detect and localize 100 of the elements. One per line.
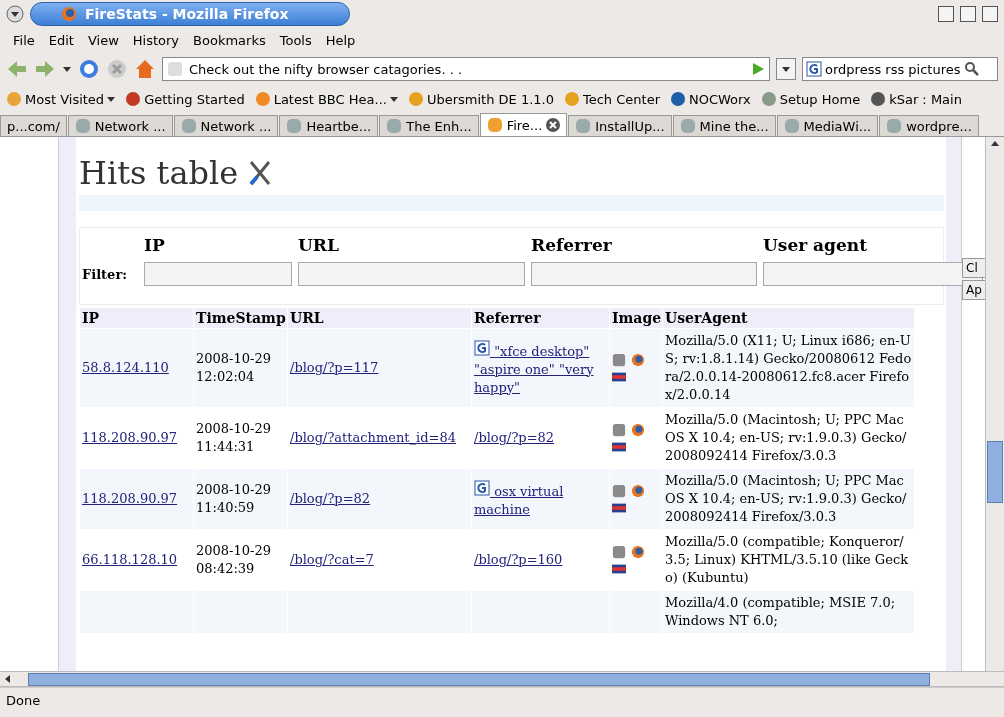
bookmark-icon: [760, 91, 777, 107]
search-engine-icon: [806, 61, 822, 77]
browser-icon: [631, 483, 645, 498]
browser-tab[interactable]: MediaWi...: [776, 115, 879, 136]
menu-item[interactable]: View: [80, 32, 126, 48]
filter-column-heading: Referrer: [531, 234, 613, 257]
bookmark-icon: [125, 91, 142, 107]
column-header[interactable]: IP: [80, 308, 193, 328]
horizontal-scrollbar-thumb[interactable]: [28, 672, 930, 686]
user-agent: Mozilla/5.0 (X11; U; Linux i686; en-US; rv:1.8.1.14) Gecko/20080612 Fedora/2.0.0.14-20080612.fc8.acer Firefox/2.0.0.14: [665, 332, 912, 404]
window-menu-icon[interactable]: [6, 5, 24, 23]
referrer-link[interactable]: /blog/?p=160: [474, 551, 563, 569]
tab-icon: [783, 118, 800, 134]
column-header[interactable]: URL: [288, 308, 471, 328]
browser-tab[interactable]: The Enh...: [379, 115, 479, 136]
browser-tab[interactable]: Network ...: [173, 115, 279, 136]
window-title: FireStats - Mozilla Firefox: [30, 2, 350, 26]
bookmark-icon: [670, 91, 686, 107]
address-field[interactable]: Check out the nifty browser catagories. . .: [162, 57, 770, 81]
user-agent: Mozilla/5.0 (Macintosh; U; PPC Mac OS X 10.4; en-US; rv:1.9.0.3) Gecko/2008092414 Firefox/3.0.3: [665, 411, 908, 465]
stop-icon[interactable]: [106, 58, 128, 80]
history-dropdown-icon[interactable]: [62, 64, 72, 74]
menu-item[interactable]: History: [125, 32, 187, 48]
menu-item[interactable]: File: [6, 32, 42, 48]
filter-button[interactable]: Cl: [962, 258, 985, 278]
page-icon: [167, 61, 183, 77]
menu-item[interactable]: Edit: [41, 32, 81, 48]
filter-button[interactable]: Ap: [962, 280, 985, 300]
browser-tab[interactable]: Network ...: [67, 115, 173, 136]
tab-icon: [74, 118, 91, 134]
tab-icon: [886, 118, 903, 134]
browser-tab[interactable]: p...com/: [0, 115, 67, 136]
column-header[interactable]: Referrer: [472, 308, 609, 328]
scrollbar-thumb[interactable]: [987, 441, 1003, 503]
column-header[interactable]: UserAgent: [663, 308, 914, 328]
reload-icon[interactable]: [78, 58, 100, 80]
os-icon: [612, 352, 626, 367]
tab-icon: [180, 118, 197, 134]
bookmark-icon: [563, 91, 580, 107]
bookmark-item[interactable]: Getting Started: [125, 91, 245, 107]
timestamp: 2008-10-29 12:02:04: [196, 351, 271, 384]
column-header[interactable]: TimeStamp: [194, 308, 287, 328]
menu-item[interactable]: Help: [318, 32, 363, 48]
tab-icon: [486, 117, 503, 133]
filter-field[interactable]: [144, 262, 292, 286]
bookmark-item[interactable]: NOCWorx: [670, 91, 751, 107]
browser-icon: [631, 544, 645, 559]
browser-tab[interactable]: InstallUp...: [568, 115, 672, 136]
home-icon[interactable]: [134, 58, 156, 80]
bookmark-item[interactable]: Most Visited: [6, 91, 116, 107]
url-link[interactable]: /blog/?cat=7: [290, 552, 374, 567]
ip-link[interactable]: 58.8.124.110: [82, 360, 169, 375]
ip-link[interactable]: 118.208.90.97: [82, 430, 178, 445]
browser-icon: [631, 352, 645, 367]
os-icon: [612, 422, 626, 437]
filter-field[interactable]: [298, 262, 525, 286]
ip-link[interactable]: 66.118.128.10: [82, 552, 178, 567]
close-tab-icon[interactable]: [546, 118, 561, 132]
search-field[interactable]: ordpress rss pictures: [802, 57, 998, 81]
user-agent: Mozilla/5.0 (compatible; Konqueror/3.5; Linux) KHTML/3.5.10 (like Gecko) (Kubuntu): [665, 533, 910, 587]
bookmark-item[interactable]: kSar : Main: [870, 91, 962, 107]
browser-tab[interactable]: wordpre...: [879, 115, 979, 136]
bookmark-icon: [407, 91, 424, 107]
os-icon: [612, 544, 626, 559]
url-link[interactable]: /blog/?p=82: [290, 491, 371, 506]
browser-tab[interactable]: Fire...: [479, 113, 568, 136]
maximize-button[interactable]: [960, 6, 976, 22]
filter-column-heading: IP: [144, 234, 166, 257]
search-icon: [963, 61, 980, 77]
bookmark-item[interactable]: Setup Home: [760, 91, 861, 107]
caret-icon: [107, 95, 116, 103]
tab-icon: [679, 118, 696, 134]
bookmark-item[interactable]: Ubersmith DE 1.1.0: [407, 91, 554, 107]
filter-column-heading: User agent: [763, 234, 869, 257]
caret-icon: [389, 95, 398, 103]
filter-field[interactable]: [531, 262, 757, 286]
bookmark-item[interactable]: Latest BBC Hea...: [254, 91, 398, 107]
bookmark-item[interactable]: Tech Center: [563, 91, 660, 107]
page-heading: Hits table: [79, 154, 239, 192]
status-text: Done: [6, 692, 41, 708]
menu-item[interactable]: Tools: [272, 32, 319, 48]
filter-label: Filter:: [82, 266, 129, 282]
browser-tab[interactable]: Heartbe...: [279, 115, 379, 136]
browser-icon: [631, 422, 645, 437]
dropdown-icon[interactable]: [776, 58, 796, 80]
menu-item[interactable]: Bookmarks: [186, 32, 273, 48]
go-icon[interactable]: [751, 62, 765, 76]
url-link[interactable]: /blog/?p=117: [290, 360, 379, 375]
timestamp: 2008-10-29 08:42:39: [196, 543, 271, 576]
filter-field[interactable]: [763, 262, 983, 286]
minimize-button[interactable]: [938, 6, 954, 22]
url-link[interactable]: /blog/?attachment_id=84: [290, 430, 456, 445]
timestamp: 2008-10-29 11:44:31: [196, 421, 271, 454]
close-button[interactable]: [982, 6, 998, 22]
tab-icon: [386, 118, 403, 134]
tab-icon: [286, 118, 303, 134]
column-header[interactable]: Image: [610, 308, 662, 328]
bookmark-icon: [254, 91, 271, 107]
referrer-link[interactable]: /blog/?p=82: [474, 429, 555, 447]
browser-tab[interactable]: Mine the...: [672, 115, 776, 136]
